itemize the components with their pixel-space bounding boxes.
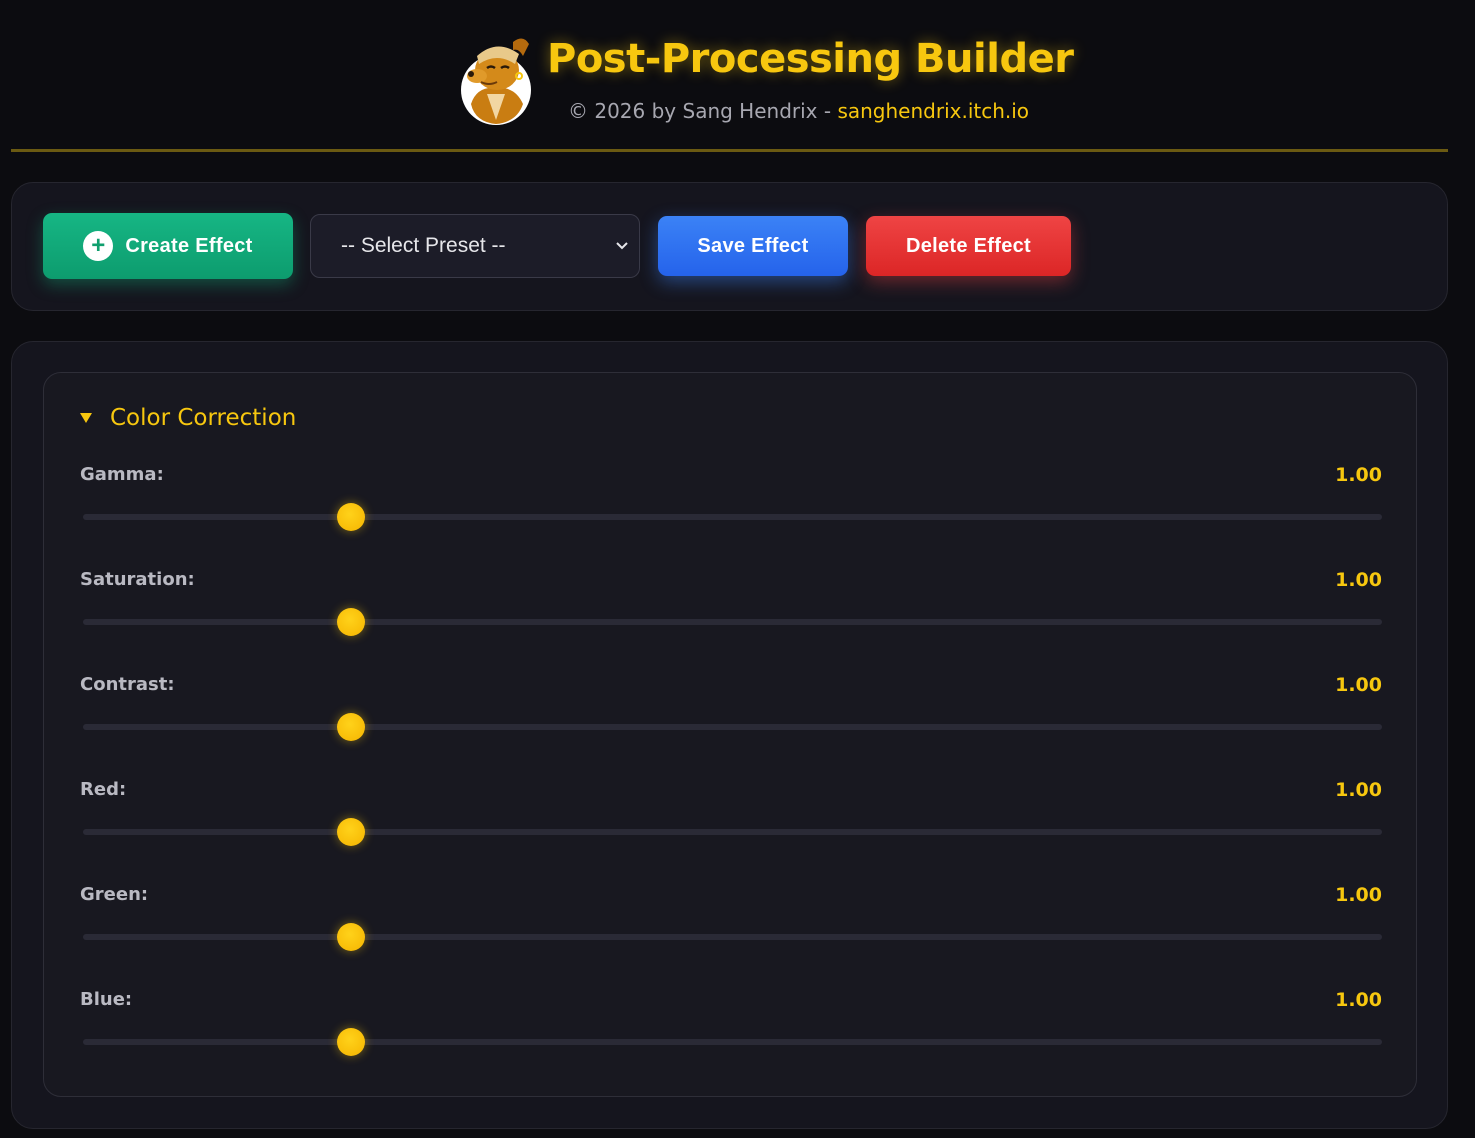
chevron-down-icon — [616, 242, 628, 250]
preset-select-value: -- Select Preset -- — [341, 234, 506, 257]
slider-track[interactable] — [83, 1039, 1382, 1045]
create-effect-button[interactable]: + Create Effect — [43, 213, 293, 279]
slider-row-green: Green: 1.00 — [80, 884, 1382, 974]
page-title: Post-Processing Builder — [547, 36, 1074, 82]
slider-thumb[interactable] — [336, 608, 365, 636]
copyright-text: © 2026 by Sang Hendrix - — [568, 99, 838, 123]
slider-value: 1.00 — [1335, 779, 1382, 801]
slider-track[interactable] — [83, 724, 1382, 730]
main-panel: Color Correction Gamma: 1.00 Saturation:… — [11, 341, 1448, 1129]
preset-select[interactable]: -- Select Preset -- — [310, 214, 640, 278]
slider-track[interactable] — [83, 829, 1382, 835]
slider-label: Saturation: — [80, 569, 195, 590]
slider-label: Red: — [80, 779, 127, 800]
dog-mascot-icon — [461, 38, 531, 125]
copyright-line: © 2026 by Sang Hendrix - sanghendrix.itc… — [568, 99, 1029, 123]
slider-value: 1.00 — [1335, 989, 1382, 1011]
slider-label: Contrast: — [80, 674, 175, 695]
expand-triangle-icon — [80, 413, 92, 423]
slider-value: 1.00 — [1335, 674, 1382, 696]
slider-thumb[interactable] — [336, 503, 365, 531]
save-effect-button[interactable]: Save Effect — [658, 216, 848, 276]
slider-value: 1.00 — [1335, 569, 1382, 591]
slider-thumb[interactable] — [336, 923, 365, 951]
app-header: Post-Processing Builder © 2026 by Sang H… — [11, 0, 1448, 152]
toolbar-panel: + Create Effect -- Select Preset -- Save… — [11, 182, 1448, 311]
slider-row-red: Red: 1.00 — [80, 779, 1382, 869]
delete-effect-button[interactable]: Delete Effect — [866, 216, 1071, 276]
slider-value: 1.00 — [1335, 884, 1382, 906]
slider-track[interactable] — [83, 934, 1382, 940]
slider-value: 1.00 — [1335, 464, 1382, 486]
slider-row-gamma: Gamma: 1.00 — [80, 464, 1382, 554]
slider-track[interactable] — [83, 514, 1382, 520]
slider-thumb[interactable] — [336, 713, 365, 741]
author-link[interactable]: sanghendrix.itch.io — [837, 99, 1029, 123]
slider-row-saturation: Saturation: 1.00 — [80, 569, 1382, 659]
slider-label: Blue: — [80, 989, 133, 1010]
delete-effect-label: Delete Effect — [905, 234, 1032, 257]
section-toggle[interactable]: Color Correction — [80, 405, 296, 431]
plus-icon: + — [83, 231, 114, 261]
slider-row-contrast: Contrast: 1.00 — [80, 674, 1382, 764]
slider-label: Gamma: — [80, 464, 164, 485]
slider-thumb[interactable] — [336, 818, 365, 846]
slider-row-blue: Blue: 1.00 — [80, 989, 1382, 1079]
section-title: Color Correction — [110, 405, 297, 431]
save-effect-label: Save Effect — [697, 234, 809, 257]
slider-thumb[interactable] — [336, 1028, 365, 1056]
create-effect-label: Create Effect — [125, 234, 253, 257]
color-correction-section: Color Correction Gamma: 1.00 Saturation:… — [43, 372, 1417, 1097]
slider-label: Green: — [80, 884, 149, 905]
slider-track[interactable] — [83, 619, 1382, 625]
